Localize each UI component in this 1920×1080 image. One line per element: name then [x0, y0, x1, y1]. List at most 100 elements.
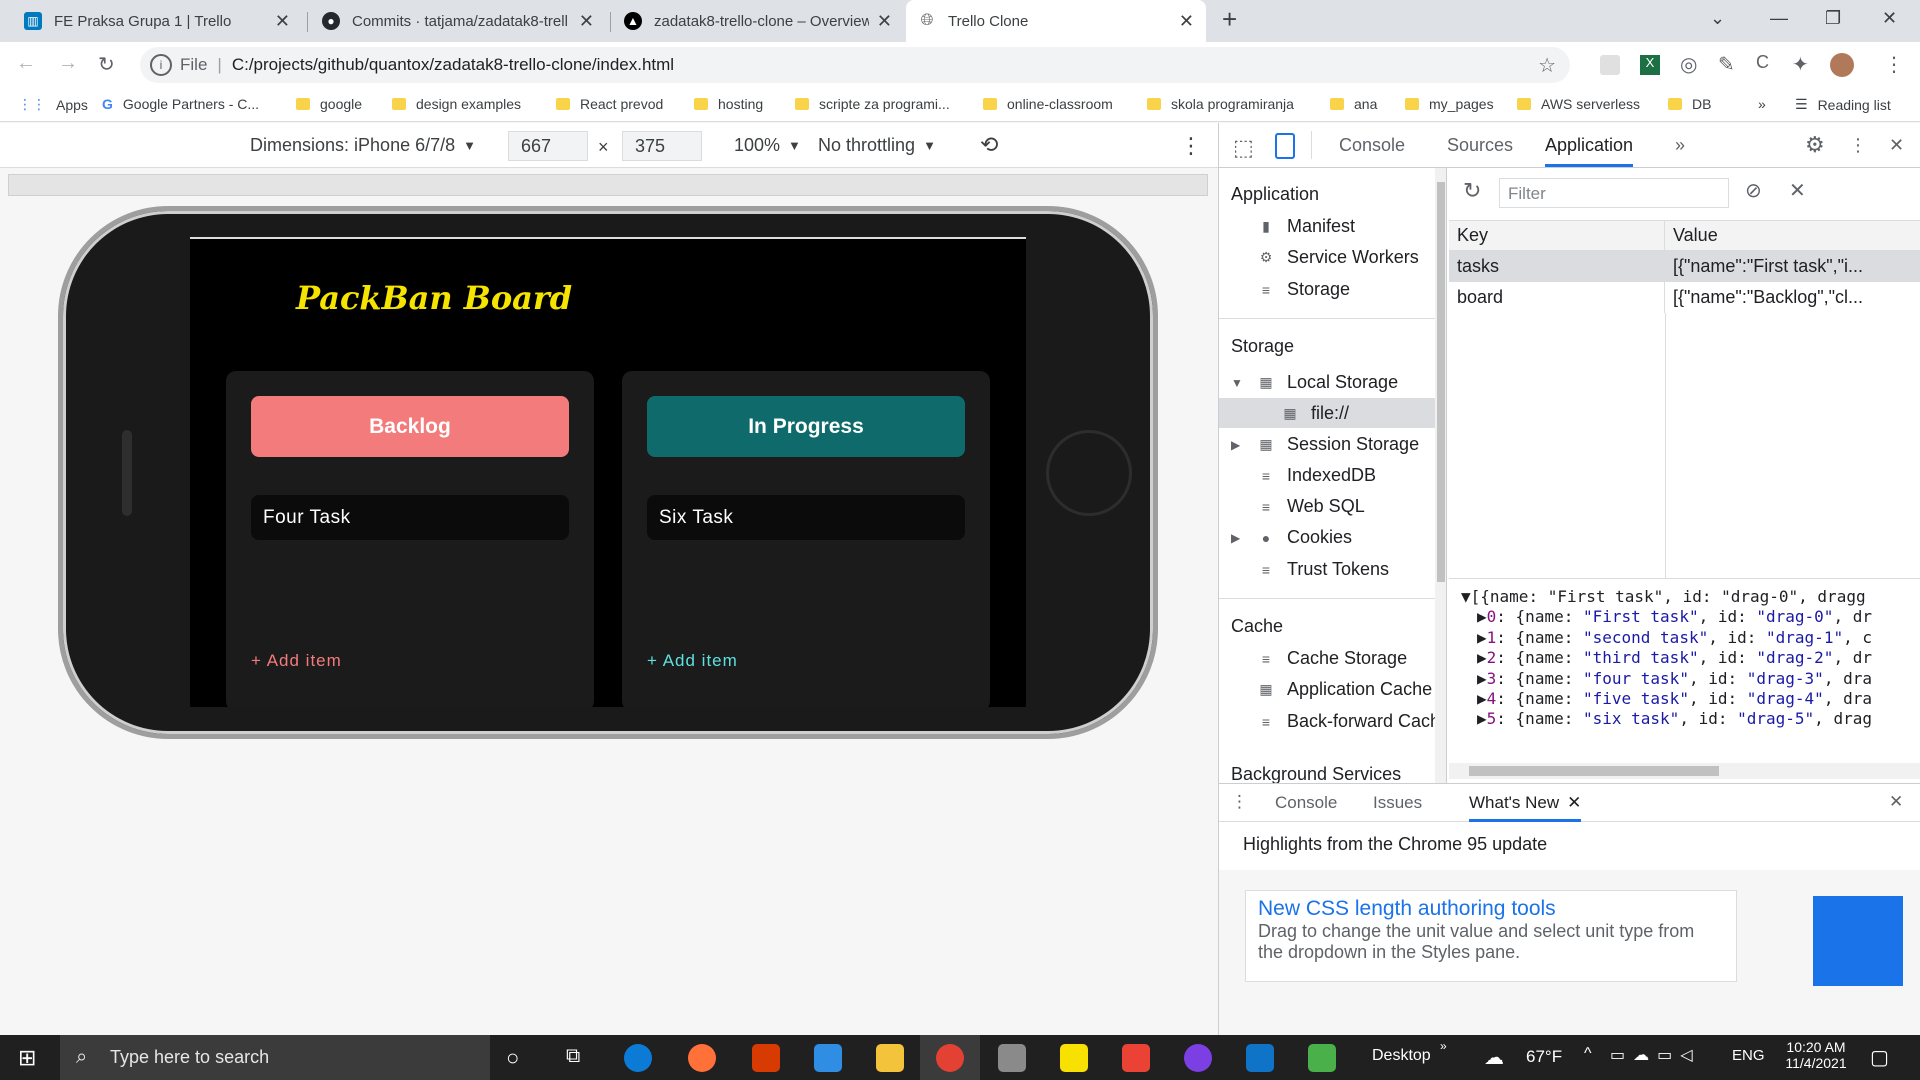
- notifications-icon[interactable]: ▢: [1870, 1045, 1889, 1070]
- sidebar-item-back-forward-cache[interactable]: ≡ Back-forward Cache: [1257, 711, 1446, 732]
- zoom-select[interactable]: 100% ▼: [734, 135, 801, 156]
- language-indicator[interactable]: ENG: [1732, 1047, 1765, 1064]
- close-devtools-icon[interactable]: ✕: [1889, 135, 1904, 156]
- bookmark-item[interactable]: scripte za programi...: [795, 96, 950, 112]
- bookmark-item[interactable]: hosting: [694, 96, 763, 112]
- preview-item[interactable]: ▶4: {name: "five task", id: "drag-4", dr…: [1477, 689, 1872, 708]
- browser-tab[interactable]: ▲ zadatak8-trello-clone – Overview ✕: [612, 0, 904, 42]
- apps-bookmark[interactable]: ⋮⋮ Apps: [18, 96, 88, 113]
- bookmark-item[interactable]: G Google Partners - C...: [102, 96, 259, 112]
- close-tab-icon[interactable]: ✕: [579, 11, 594, 32]
- sidebar-item-cache-storage[interactable]: ≡ Cache Storage: [1257, 648, 1407, 669]
- office-icon[interactable]: [752, 1044, 780, 1072]
- tab-console[interactable]: Console: [1339, 135, 1405, 156]
- toolbar-expand-icon[interactable]: »: [1440, 1039, 1447, 1053]
- preview-item[interactable]: ▶3: {name: "four task", id: "drag-3", dr…: [1477, 669, 1872, 688]
- viewport-height-input[interactable]: 375: [622, 131, 702, 161]
- extension-icon[interactable]: [1600, 55, 1620, 75]
- color-picker-icon[interactable]: ✎: [1718, 52, 1735, 77]
- cortana-icon[interactable]: ○: [506, 1045, 519, 1071]
- app-icon[interactable]: [1308, 1044, 1336, 1072]
- sidebar-item-storage[interactable]: ≡ Storage: [1257, 279, 1350, 300]
- close-tab-icon[interactable]: ✕: [275, 11, 290, 32]
- sidebar-item-session-storage[interactable]: ▦ Session Storage: [1257, 434, 1419, 455]
- sidebar-item-trust-tokens[interactable]: ≡ Trust Tokens: [1257, 559, 1389, 580]
- sidebar-item-manifest[interactable]: ▮ Manifest: [1257, 216, 1355, 237]
- card-title[interactable]: New CSS length authoring tools: [1258, 897, 1724, 921]
- bookmark-item[interactable]: design examples: [392, 96, 521, 112]
- drawer-tab-issues[interactable]: Issues: [1373, 793, 1422, 813]
- firefox-icon[interactable]: [688, 1044, 716, 1072]
- board-column-in-progress[interactable]: In Progress Six Task + Add item: [622, 371, 990, 707]
- bookmark-item[interactable]: React prevod: [556, 96, 663, 112]
- throttling-select[interactable]: No throttling ▼: [818, 135, 936, 156]
- rotate-icon[interactable]: ⟲: [980, 132, 998, 158]
- system-tray-icons[interactable]: ▭☁▭◁: [1610, 1045, 1701, 1065]
- drawer-menu-icon[interactable]: ⋮: [1231, 792, 1248, 812]
- scrollbar-thumb[interactable]: [1469, 766, 1719, 776]
- browser-tab[interactable]: ● Commits · tatjama/zadatak8-trell ✕: [310, 0, 606, 42]
- tab-search-icon[interactable]: ⌄: [1710, 8, 1725, 29]
- bookmark-star-icon[interactable]: ☆: [1538, 53, 1556, 78]
- sidebar-item-web-sql[interactable]: ≡ Web SQL: [1257, 496, 1365, 517]
- bookmark-item[interactable]: my_pages: [1405, 96, 1494, 112]
- task-card[interactable]: Six Task: [647, 495, 965, 540]
- bookmark-item[interactable]: AWS serverless: [1517, 96, 1640, 112]
- desktop-toolbar[interactable]: Desktop: [1372, 1047, 1431, 1065]
- reading-list-button[interactable]: ☰ Reading list: [1795, 96, 1891, 113]
- more-bookmarks-button[interactable]: »: [1758, 96, 1766, 112]
- sidebar-scrollbar[interactable]: [1435, 168, 1446, 783]
- reload-icon[interactable]: ↻: [98, 52, 115, 77]
- url-text[interactable]: C:/projects/github/quantox/zadatak8-trel…: [232, 55, 674, 75]
- close-window-button[interactable]: ✕: [1882, 8, 1897, 29]
- more-options-icon[interactable]: ⋮: [1180, 133, 1202, 159]
- bookmark-item[interactable]: ana: [1330, 96, 1377, 112]
- close-tab-icon[interactable]: ✕: [1179, 11, 1194, 32]
- clear-all-icon[interactable]: ⊘: [1745, 178, 1762, 203]
- preview-item[interactable]: ▶2: {name: "third task", id: "drag-2", d…: [1477, 648, 1872, 667]
- maximize-button[interactable]: ❐: [1825, 8, 1841, 29]
- expand-arrow-icon[interactable]: ▼: [1231, 376, 1243, 390]
- preview-item[interactable]: ▶0: {name: "First task", id: "drag-0", d…: [1477, 607, 1872, 626]
- sidebar-item-cookies[interactable]: ● Cookies: [1257, 527, 1352, 548]
- board-column-backlog[interactable]: Backlog Four Task + Add item: [226, 371, 594, 707]
- extension-icon[interactable]: C: [1756, 52, 1769, 73]
- key-column-header[interactable]: Key: [1449, 221, 1665, 250]
- taskbar-search[interactable]: ⌕ Type here to search: [60, 1035, 490, 1080]
- minimize-button[interactable]: —: [1770, 8, 1788, 29]
- mail-icon[interactable]: [814, 1044, 842, 1072]
- preview-item[interactable]: ▶1: {name: "second task", id: "drag-1", …: [1477, 628, 1872, 647]
- puzzle-icon[interactable]: ✦: [1792, 52, 1809, 77]
- task-card[interactable]: Four Task: [251, 495, 569, 540]
- close-drawer-icon[interactable]: ✕: [1889, 792, 1903, 812]
- app-icon[interactable]: [998, 1044, 1026, 1072]
- sidebar-item-local-storage-file[interactable]: ▦ file://: [1281, 403, 1349, 424]
- more-tabs-button[interactable]: »: [1675, 135, 1685, 156]
- device-toggle-icon[interactable]: [1275, 133, 1295, 159]
- table-row[interactable]: tasks [{"name":"First task","i...: [1449, 251, 1920, 282]
- extension-icon[interactable]: ◎: [1680, 52, 1697, 77]
- bookmark-item[interactable]: skola programiranja: [1147, 96, 1294, 112]
- tab-application[interactable]: Application: [1545, 135, 1634, 167]
- scrollbar-thumb[interactable]: [1437, 182, 1445, 582]
- bookmark-item[interactable]: DB: [1668, 96, 1711, 112]
- task-view-icon[interactable]: ⧉: [566, 1045, 580, 1068]
- sidebar-item-application-cache[interactable]: ▦ Application Cache: [1257, 679, 1432, 700]
- clock[interactable]: 10:20 AM 11/4/2021: [1776, 1039, 1856, 1071]
- info-icon[interactable]: i: [150, 54, 172, 76]
- expand-arrow-icon[interactable]: ▶: [1231, 531, 1240, 545]
- delete-selected-icon[interactable]: ✕: [1789, 178, 1806, 203]
- horizontal-scrollbar[interactable]: [1449, 763, 1920, 779]
- excel-extension-icon[interactable]: X: [1640, 55, 1660, 75]
- add-item-button[interactable]: + Add item: [647, 651, 738, 671]
- edge-icon[interactable]: [624, 1044, 652, 1072]
- weather-icon[interactable]: ☁: [1484, 1045, 1504, 1070]
- tray-expand-icon[interactable]: ^: [1584, 1045, 1592, 1063]
- sidebar-item-indexeddb[interactable]: ≡ IndexedDB: [1257, 465, 1376, 486]
- table-row[interactable]: board [{"name":"Backlog","cl...: [1449, 282, 1920, 313]
- browser-tab[interactable]: ▥ FE Praksa Grupa 1 | Trello ✕: [12, 0, 302, 42]
- bookmark-item[interactable]: google: [296, 96, 362, 112]
- preview-item[interactable]: ▶5: {name: "six task", id: "drag-5", dra…: [1477, 709, 1872, 728]
- viewport-width-input[interactable]: 667: [508, 131, 588, 161]
- drawer-tab-console[interactable]: Console: [1275, 793, 1337, 813]
